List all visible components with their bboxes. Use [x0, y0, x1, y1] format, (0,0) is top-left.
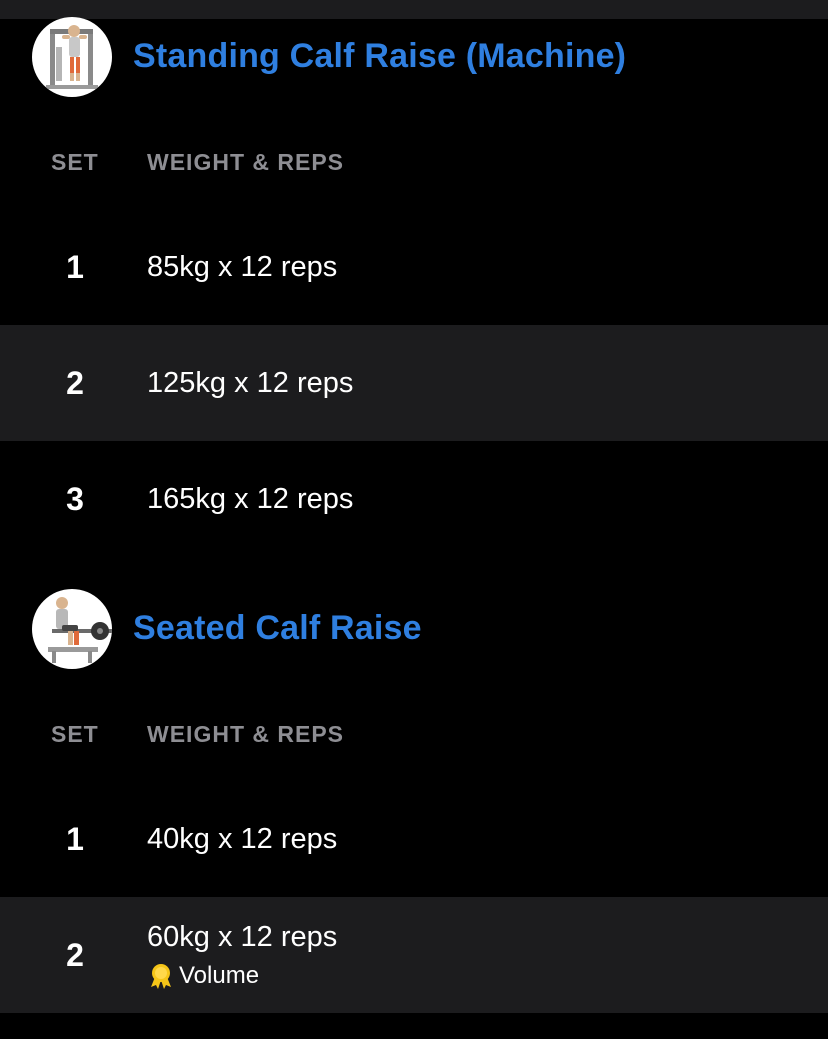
exercise-header[interactable]: Seated Calf Raise: [0, 589, 828, 669]
column-header-set: SET: [51, 721, 99, 747]
set-row[interactable]: 2 60kg x 12 reps Volume: [0, 897, 828, 1013]
standing-calf-machine-illustration: [46, 25, 98, 89]
set-weight-reps: 60kg x 12 reps: [147, 921, 338, 953]
set-weight-reps: 40kg x 12 reps: [147, 823, 338, 855]
set-number: 3: [66, 481, 84, 517]
exercise-header[interactable]: Standing Calf Raise (Machine): [0, 17, 828, 97]
exercise-thumbnail[interactable]: [32, 589, 112, 669]
set-weight-reps: 85kg x 12 reps: [147, 251, 338, 283]
column-header-weight-reps: WEIGHT & REPS: [147, 149, 345, 175]
set-weight-reps: 125kg x 12 reps: [147, 367, 354, 399]
workout-detail-screen: Standing Calf Raise (Machine) SET WEIGHT…: [0, 0, 828, 1039]
set-number: 1: [66, 821, 84, 857]
set-weight-reps: 165kg x 12 reps: [147, 483, 354, 515]
pr-badge-label: Volume: [179, 962, 260, 989]
exercise-title[interactable]: Standing Calf Raise (Machine): [133, 37, 626, 76]
set-number: 1: [66, 249, 84, 285]
set-row[interactable]: 1 85kg x 12 reps: [0, 209, 828, 325]
set-row[interactable]: 2 125kg x 12 reps: [0, 325, 828, 441]
set-number: 2: [66, 937, 84, 973]
set-number: 2: [66, 365, 84, 401]
set-row[interactable]: 1 40kg x 12 reps: [0, 781, 828, 897]
column-header-weight-reps: WEIGHT & REPS: [147, 721, 345, 747]
exercise-thumbnail[interactable]: [32, 17, 112, 97]
exercise-title[interactable]: Seated Calf Raise: [133, 609, 422, 648]
column-header-set: SET: [51, 149, 99, 175]
pr-badge: Volume: [147, 962, 259, 990]
medal-icon: [151, 964, 171, 989]
set-row[interactable]: 3 165kg x 12 reps: [0, 441, 828, 557]
seated-calf-machine-illustration: [48, 597, 112, 663]
